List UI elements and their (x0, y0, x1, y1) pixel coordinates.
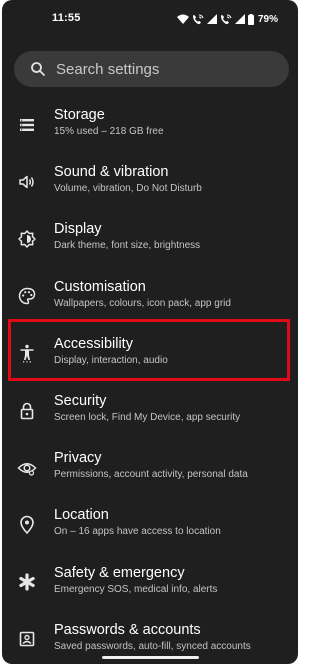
settings-item-subtitle: Dark theme, font size, brightness (54, 240, 201, 252)
settings-item-location[interactable]: Location On – 16 apps have access to loc… (2, 496, 298, 553)
settings-item-subtitle: Display, interaction, audio (54, 354, 168, 366)
wifi-calling-icon (192, 14, 204, 25)
settings-item-subtitle: Permissions, account activity, personal … (54, 469, 248, 481)
settings-item-subtitle: On – 16 apps have access to location (54, 526, 221, 538)
home-indicator[interactable] (102, 656, 199, 659)
eye-icon (17, 458, 37, 478)
signal-icon (206, 14, 217, 24)
settings-item-customisation[interactable]: Customisation Wallpapers, colours, icon … (2, 268, 298, 325)
signal-icon-2 (234, 14, 245, 24)
settings-item-title: Customisation (54, 278, 146, 295)
settings-item-safety[interactable]: Safety & emergency Emergency SOS, medica… (2, 554, 298, 611)
settings-item-sound[interactable]: Sound & vibration Volume, vibration, Do … (2, 153, 298, 210)
settings-item-accessibility[interactable]: Accessibility Display, interaction, audi… (2, 325, 298, 382)
lock-icon (17, 401, 37, 421)
battery-icon (247, 13, 254, 25)
settings-item-title: Display (54, 221, 102, 238)
settings-item-title: Security (54, 392, 107, 409)
settings-item-title: Safety & emergency (54, 564, 185, 581)
settings-item-subtitle: Wallpapers, colours, icon pack, app grid (54, 297, 231, 309)
settings-item-subtitle: 15% used – 218 GB free (54, 126, 164, 137)
settings-item-title: Privacy (54, 450, 102, 467)
search-placeholder: Search settings (56, 60, 160, 78)
palette-icon (17, 286, 37, 306)
status-time: 11:55 (52, 12, 81, 24)
settings-item-subtitle: Volume, vibration, Do Not Disturb (54, 183, 202, 195)
settings-screen: 11:55 79% Search settings Storage 15% us… (2, 0, 298, 664)
status-bar: 11:55 79% (2, 0, 298, 40)
settings-list: Storage 15% used – 218 GB free Sound & v… (2, 96, 298, 664)
settings-item-subtitle: Saved passwords, auto-fill, synced accou… (54, 640, 251, 652)
settings-item-title: Sound & vibration (54, 164, 169, 181)
asterisk-icon (17, 572, 37, 592)
accessibility-icon (17, 343, 37, 363)
settings-item-storage[interactable]: Storage 15% used – 218 GB free (2, 96, 298, 153)
storage-icon (17, 115, 37, 135)
settings-item-subtitle: Emergency SOS, medical info, alerts (54, 583, 218, 595)
search-bar[interactable]: Search settings (14, 51, 289, 87)
wifi-icon (176, 14, 189, 24)
account-box-icon (17, 629, 37, 649)
settings-item-title: Storage (54, 107, 105, 123)
volume-icon (17, 172, 37, 192)
location-pin-icon (17, 515, 37, 535)
status-icons: 79% (176, 12, 278, 26)
brightness-icon (17, 229, 37, 249)
search-icon (30, 61, 46, 77)
battery-percent: 79% (257, 13, 278, 25)
settings-item-display[interactable]: Display Dark theme, font size, brightnes… (2, 210, 298, 267)
settings-item-title: Passwords & accounts (54, 621, 201, 638)
settings-item-title: Location (54, 507, 109, 524)
settings-item-privacy[interactable]: Privacy Permissions, account activity, p… (2, 439, 298, 496)
wifi-calling-icon-2 (220, 14, 232, 25)
settings-item-security[interactable]: Security Screen lock, Find My Device, ap… (2, 382, 298, 439)
settings-item-subtitle: Screen lock, Find My Device, app securit… (54, 411, 241, 423)
settings-item-title: Accessibility (54, 335, 133, 352)
